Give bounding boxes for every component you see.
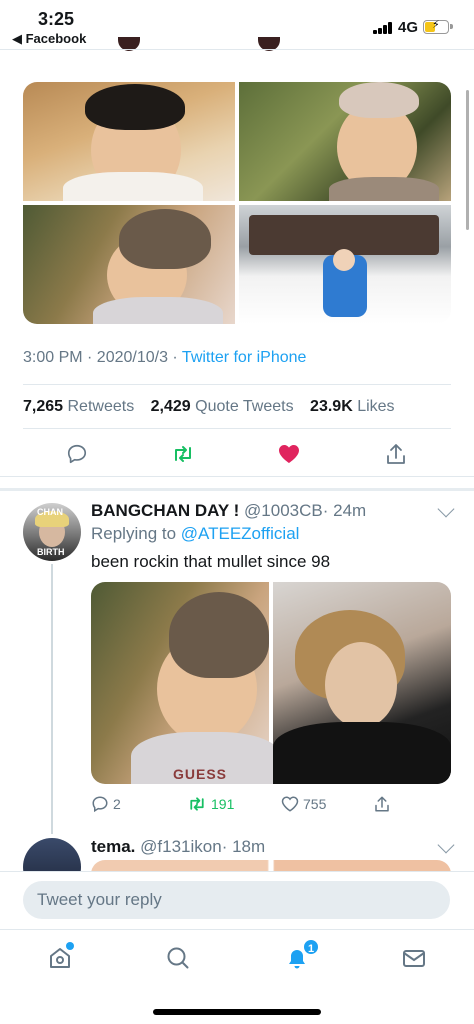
chevron-down-icon[interactable]: [437, 500, 455, 518]
like-icon: [281, 796, 299, 812]
like-icon[interactable]: [277, 442, 301, 466]
tweet-time: · 24m: [322, 501, 367, 520]
reply-media: GUESS: [91, 582, 451, 784]
tweet-actions: [0, 442, 474, 468]
tweet-source-link[interactable]: Twitter for iPhone: [182, 349, 307, 366]
back-to-app-link[interactable]: ◀ Facebook: [12, 31, 86, 47]
tweet-photo-4[interactable]: [239, 205, 451, 324]
tab-messages[interactable]: [400, 944, 428, 972]
battery-icon: ⚡: [423, 19, 453, 34]
reply-reply-button[interactable]: 2: [91, 795, 121, 813]
reply-header: tema. @f131ikon· 18m: [91, 837, 265, 857]
search-icon: [167, 947, 189, 969]
new-tweets-dot: [66, 942, 74, 950]
mention-link[interactable]: @ATEEZofficial: [181, 524, 300, 543]
reply-photo-1[interactable]: GUESS: [91, 582, 281, 784]
reply-like-button[interactable]: 755: [281, 795, 326, 813]
tweet-time: · 18m: [221, 837, 266, 856]
scroll-indicator: [466, 90, 469, 230]
retweet-icon: [190, 797, 204, 811]
reply-header: BANGCHAN DAY ! @1003CB· 24m: [91, 501, 366, 521]
section-separator: [0, 488, 474, 491]
notifications-badge: 1: [302, 938, 320, 956]
tweet-timestamp: 3:00 PM · 2020/10/3 · Twitter for iPhone: [23, 349, 307, 366]
display-name[interactable]: tema.: [91, 837, 135, 856]
reply-input[interactable]: Tweet your reply: [23, 881, 450, 919]
thread-line: [51, 564, 53, 834]
tweet-photo-grid: [23, 82, 451, 324]
share-icon[interactable]: [384, 442, 408, 466]
divider: [0, 49, 474, 50]
reply-icon: [92, 796, 108, 813]
status-time: 3:25: [38, 9, 75, 29]
likes-stat[interactable]: 23.9K Likes: [310, 398, 401, 415]
tweet-text: been rockin that mullet since 98: [91, 552, 331, 571]
divider: [23, 384, 451, 385]
retweets-stat[interactable]: 7,265 Retweets: [23, 398, 140, 415]
quotes-stat[interactable]: 2,429 Quote Tweets: [151, 398, 300, 415]
user-handle[interactable]: @f131ikon: [140, 837, 222, 856]
signal-icon: [373, 22, 393, 34]
avatar[interactable]: CHAN BIRTH: [23, 503, 81, 561]
tweet-photo-1[interactable]: [23, 82, 235, 201]
share-icon: [375, 796, 389, 812]
tweet-photo-3[interactable]: [23, 205, 235, 324]
tab-search[interactable]: [164, 944, 192, 972]
chevron-down-icon[interactable]: [437, 836, 455, 854]
mail-icon: [403, 950, 425, 967]
tweet-photo-2[interactable]: [239, 82, 451, 201]
user-handle[interactable]: @1003CB: [244, 501, 323, 520]
tweet-stats: 7,265 Retweets 2,429 Quote Tweets 23.9K …: [23, 398, 407, 416]
reply-actions: 2 191 755: [91, 795, 451, 813]
divider: [23, 428, 451, 429]
reply-icon[interactable]: [65, 442, 89, 466]
home-indicator: [153, 1009, 321, 1015]
replying-to: Replying to @ATEEZofficial: [91, 524, 300, 543]
retweet-icon[interactable]: [171, 442, 195, 466]
status-bar: 3:25 ◀ Facebook 4G ⚡: [0, 0, 474, 50]
reply-photo-2[interactable]: [273, 582, 451, 784]
network-type: 4G: [398, 19, 419, 36]
divider: [0, 476, 474, 477]
reply-retweet-button[interactable]: 191: [187, 795, 234, 813]
reply-share-button[interactable]: [373, 795, 391, 813]
display-name[interactable]: BANGCHAN DAY !: [91, 501, 239, 520]
